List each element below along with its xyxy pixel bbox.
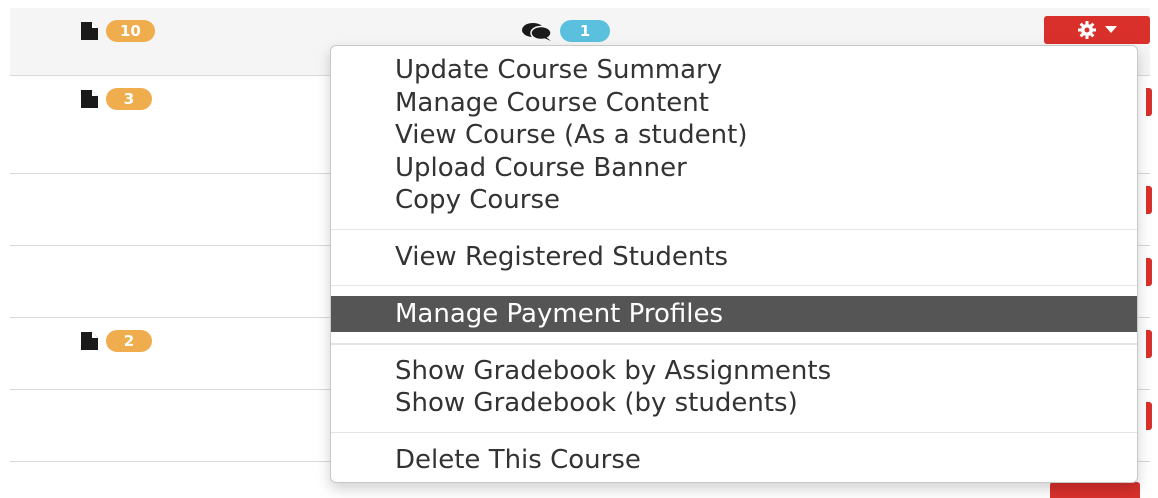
menu-item-upload-course-banner[interactable]: Upload Course Banner: [331, 152, 1137, 185]
course-actions-button[interactable]: [1146, 186, 1152, 214]
files-count: 10: [78, 20, 155, 42]
menu-item-update-course-summary[interactable]: Update Course Summary: [331, 54, 1137, 87]
course-actions-button[interactable]: [1146, 88, 1152, 116]
menu-item-manage-course-content[interactable]: Manage Course Content: [331, 87, 1137, 120]
course-actions-button[interactable]: [1146, 330, 1152, 358]
menu-item-copy-course[interactable]: Copy Course: [331, 184, 1137, 217]
menu-divider: [331, 284, 1137, 286]
files-count-badge: 3: [106, 88, 152, 110]
files-count-badge: 10: [106, 20, 155, 42]
comments-count: 1: [520, 20, 610, 42]
menu-item-delete-course[interactable]: Delete This Course: [331, 444, 1137, 477]
menu-divider: [331, 343, 1137, 345]
files-count: 2: [78, 330, 152, 352]
files-count-badge: 2: [106, 330, 152, 352]
course-actions-menu: Update Course Summary Manage Course Cont…: [330, 45, 1138, 483]
menu-item-manage-payment-profiles[interactable]: Manage Payment Profiles: [331, 296, 1137, 332]
menu-item-show-gradebook-by-students[interactable]: Show Gradebook (by students): [331, 387, 1137, 420]
menu-item-view-registered-students[interactable]: View Registered Students: [331, 241, 1137, 274]
caret-down-icon: [1105, 26, 1117, 33]
menu-item-show-gradebook-by-assignments[interactable]: Show Gradebook by Assignments: [331, 355, 1137, 388]
menu-divider: [331, 431, 1137, 433]
file-icon: [81, 90, 98, 108]
file-icon: [81, 22, 98, 40]
gear-icon: [1078, 21, 1096, 39]
file-icon: [81, 332, 98, 350]
course-actions-button[interactable]: [1146, 402, 1152, 430]
course-actions-button[interactable]: [1044, 16, 1150, 44]
files-count: 3: [78, 88, 152, 110]
comments-count-badge: 1: [560, 20, 610, 42]
comments-icon: [522, 23, 552, 41]
course-actions-button[interactable]: [1050, 482, 1140, 498]
menu-item-view-course-as-student[interactable]: View Course (As a student): [331, 119, 1137, 152]
menu-divider: [331, 228, 1137, 230]
course-actions-button[interactable]: [1146, 258, 1152, 286]
